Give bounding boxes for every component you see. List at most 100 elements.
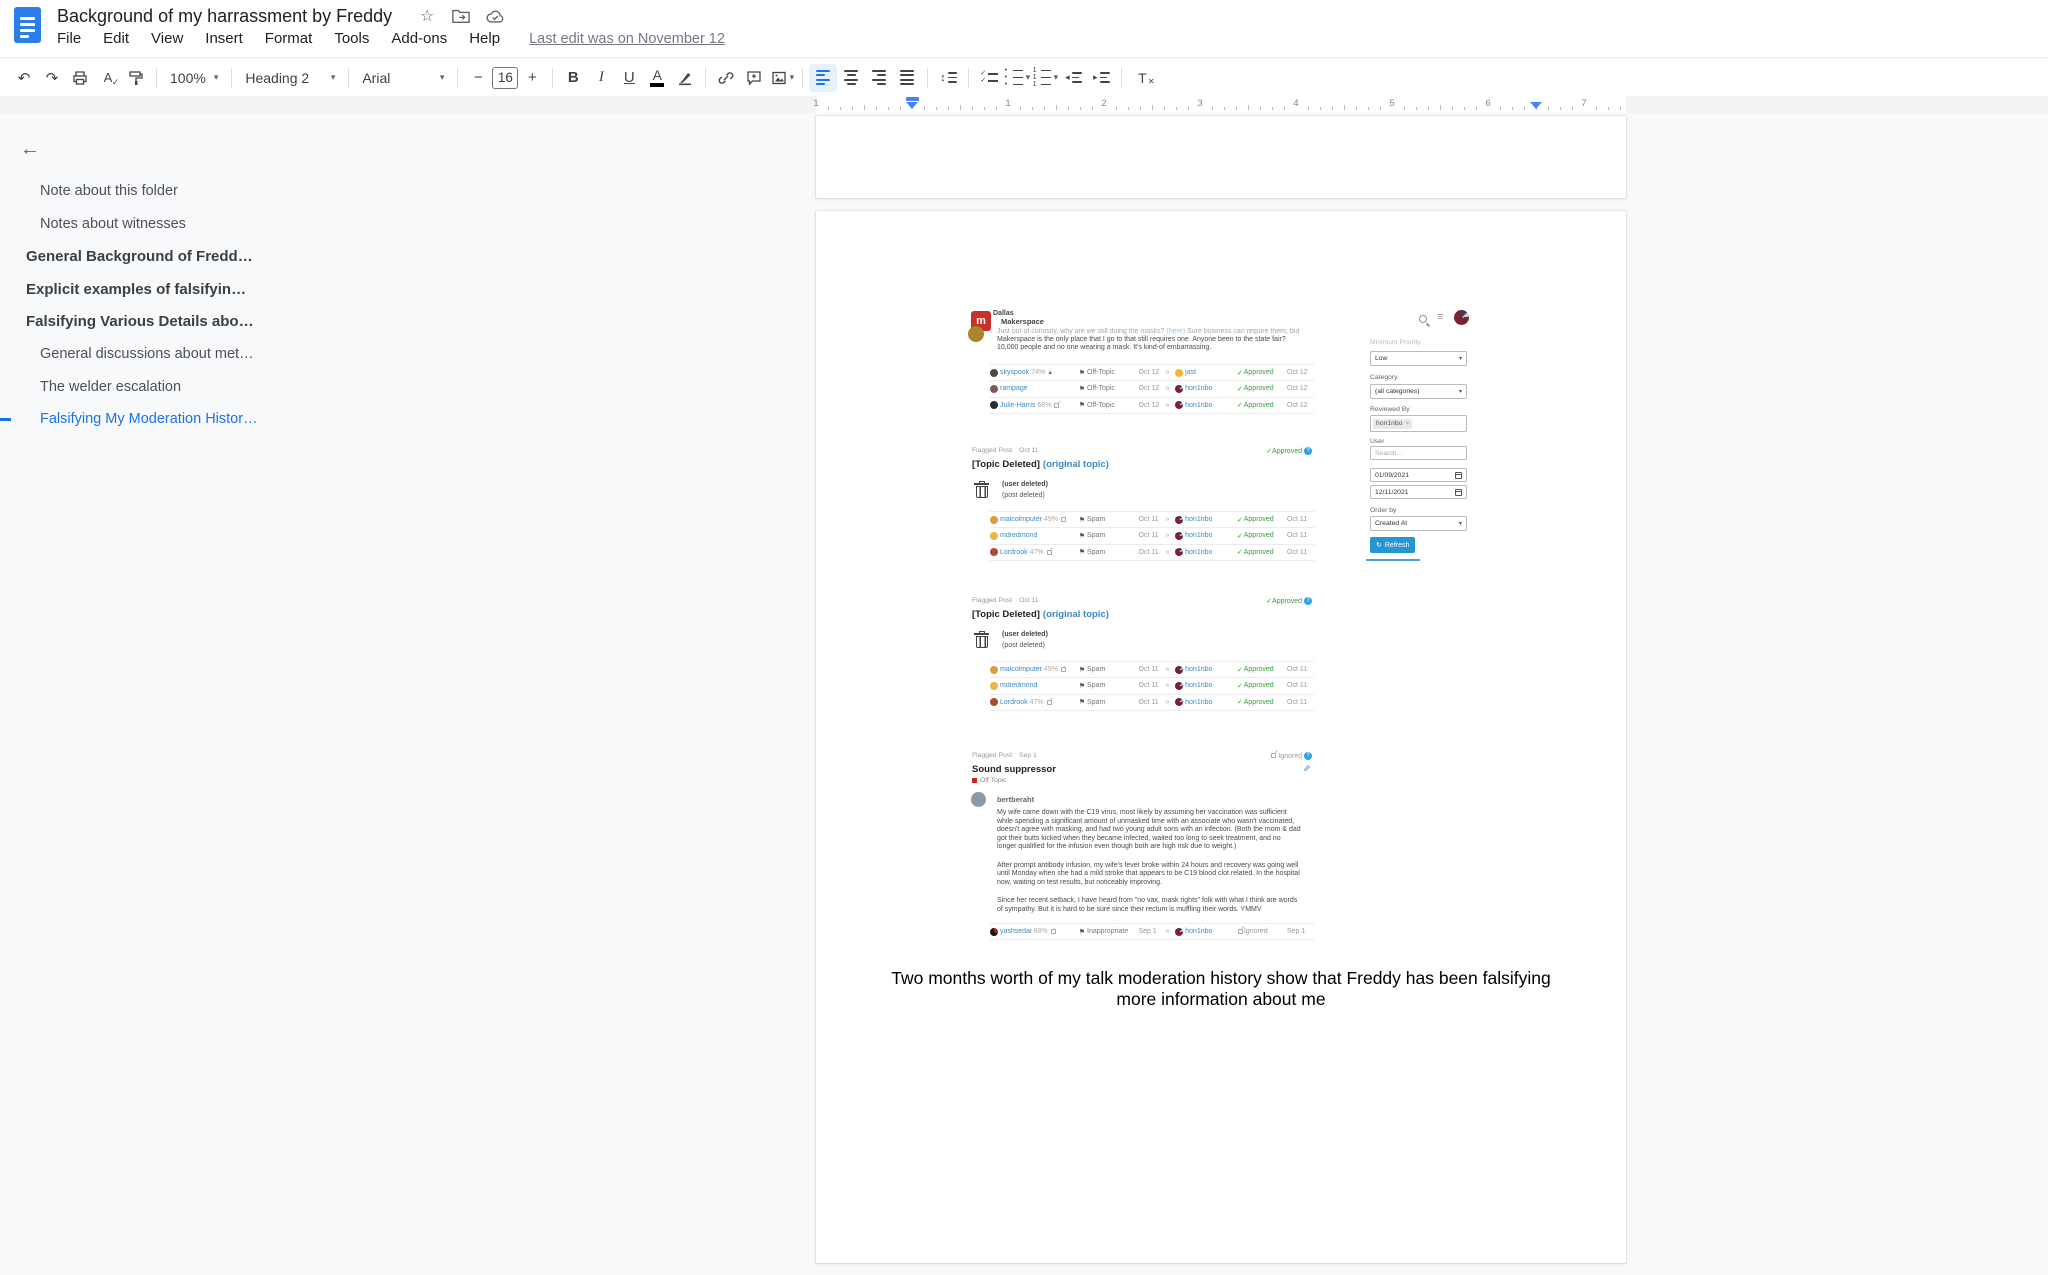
- outline-item[interactable]: The welder escalation: [18, 371, 278, 404]
- question-icon: ?: [1304, 447, 1312, 455]
- category-label: Category: [1370, 374, 1398, 381]
- avatar: [990, 548, 998, 556]
- print-icon[interactable]: [66, 64, 94, 92]
- review-status: ✓Approved: [1237, 682, 1287, 690]
- bulleted-list-icon[interactable]: •••▾: [1003, 64, 1031, 92]
- last-edit-link[interactable]: Last edit was on November 12: [529, 31, 725, 47]
- spellcheck-icon[interactable]: A✓: [94, 64, 122, 92]
- user-label: User: [1370, 438, 1384, 445]
- add-comment-icon[interactable]: [740, 64, 768, 92]
- menu-addons[interactable]: Add-ons: [380, 28, 458, 49]
- close-outline-icon[interactable]: ←: [20, 138, 40, 161]
- font-size-input[interactable]: 16: [492, 67, 518, 89]
- paragraph-style-select[interactable]: Heading 2▾: [238, 64, 342, 92]
- doc-page-previous[interactable]: [816, 116, 1626, 198]
- minimum-priority-label: Minimum Priority: [1370, 339, 1421, 348]
- move-folder-icon[interactable]: [452, 7, 470, 25]
- flagged-post-status: Ignored?: [1270, 752, 1312, 760]
- font-select[interactable]: Arial▾: [355, 64, 451, 92]
- review-row: malcolmputer49%⚑SpamOct 11»hon1nbo✓Appro…: [990, 512, 1314, 528]
- artifact-line: [1366, 559, 1420, 561]
- align-justify-icon[interactable]: [893, 64, 921, 92]
- doc-page[interactable]: m Dallas Makerspace ≡ Just out of curios…: [816, 211, 1626, 1263]
- ruler-number: 5: [1389, 98, 1394, 109]
- ruler-tick: [1236, 107, 1237, 110]
- status-date: Oct 12: [1287, 369, 1314, 376]
- outline-item[interactable]: Explicit examples of falsifyin…: [18, 273, 278, 306]
- off-topic-color-square: [972, 778, 977, 783]
- reviewer-cell: hon1nbo: [1175, 928, 1237, 936]
- zoom-select[interactable]: 100%▾: [163, 64, 225, 92]
- decrease-indent-icon[interactable]: ◂: [1059, 64, 1087, 92]
- menu-help[interactable]: Help: [458, 28, 511, 49]
- ruler-number: 3: [1197, 98, 1202, 109]
- outline-item[interactable]: Notes about witnesses: [18, 208, 278, 241]
- highlight-color-icon[interactable]: [671, 64, 699, 92]
- status-label: Approved: [1244, 385, 1274, 392]
- review-status: ✓Approved: [1237, 369, 1287, 377]
- outline-item[interactable]: General discussions about met…: [18, 338, 278, 371]
- font-size-decrease[interactable]: −: [464, 64, 492, 92]
- cloud-status-icon[interactable]: [486, 7, 504, 25]
- status-label: Approved: [1244, 549, 1274, 556]
- outline-item[interactable]: Falsifying Various Details abo…: [18, 305, 278, 338]
- redo-icon[interactable]: ↷: [38, 64, 66, 92]
- status-label: Approved: [1244, 666, 1274, 673]
- menu-edit[interactable]: Edit: [92, 28, 140, 49]
- menu-file[interactable]: File: [46, 28, 92, 49]
- user-search-input: Search...: [1370, 446, 1467, 460]
- status-label: Approved: [1244, 532, 1274, 539]
- reviewer-cell: hon1nbo: [1175, 532, 1237, 540]
- menu-format[interactable]: Format: [254, 28, 324, 49]
- undo-icon[interactable]: ↶: [10, 64, 38, 92]
- italic-icon[interactable]: I: [587, 64, 615, 92]
- external-link-icon: [1051, 929, 1056, 934]
- image-caption[interactable]: Two months worth of my talk moderation h…: [816, 968, 1626, 1009]
- underline-icon[interactable]: U: [615, 64, 643, 92]
- flag-icon: ⚑: [1079, 666, 1085, 674]
- align-center-icon[interactable]: [837, 64, 865, 92]
- ruler-number: 6: [1485, 98, 1490, 109]
- menu-insert[interactable]: Insert: [194, 28, 254, 49]
- outline-item-label: Note about this folder: [40, 183, 178, 199]
- tag-label: Off Topic: [980, 777, 1007, 784]
- text-color-icon[interactable]: A: [643, 64, 671, 92]
- menu-tools[interactable]: Tools: [323, 28, 380, 49]
- outline-item[interactable]: General Background of Fredd…: [18, 240, 278, 273]
- star-icon[interactable]: ☆: [418, 7, 436, 25]
- outline-item-label: The welder escalation: [40, 379, 181, 395]
- review-user-cell: Lordrook47%: [990, 698, 1079, 706]
- ruler-tick: [972, 107, 973, 110]
- review-status: ✓Approved: [1237, 532, 1287, 540]
- outline-item[interactable]: Note about this folder: [18, 175, 278, 208]
- embedded-screenshot-image[interactable]: m Dallas Makerspace ≡ Just out of curios…: [971, 310, 1485, 945]
- review-username-link: rampage: [1000, 385, 1028, 392]
- flag-type: Spam: [1087, 516, 1105, 523]
- bold-icon[interactable]: B: [559, 64, 587, 92]
- align-right-icon[interactable]: [865, 64, 893, 92]
- first-line-indent-marker[interactable]: [906, 97, 919, 101]
- avatar: [990, 532, 998, 540]
- checklist-icon[interactable]: ✓✓: [975, 64, 1003, 92]
- flag-date: Oct 11: [1139, 549, 1166, 556]
- clear-formatting-icon[interactable]: T✕: [1128, 64, 1156, 92]
- paint-format-icon[interactable]: [122, 64, 150, 92]
- docs-logo-icon[interactable]: [14, 7, 41, 43]
- insert-link-icon[interactable]: [712, 64, 740, 92]
- post-line: while spending a significant amount of u…: [997, 818, 1314, 827]
- increase-indent-icon[interactable]: ▸: [1087, 64, 1115, 92]
- right-indent-marker[interactable]: [1530, 102, 1542, 109]
- doc-title[interactable]: Background of my harrassment by Freddy: [57, 6, 392, 27]
- reviewer-link: jast: [1185, 369, 1196, 376]
- outline-item[interactable]: Falsifying My Moderation Histor…: [18, 403, 278, 436]
- insert-image-icon[interactable]: ▾: [768, 64, 796, 92]
- align-left-icon[interactable]: [809, 64, 837, 92]
- reviewer-link: hon1nbo: [1185, 516, 1212, 523]
- left-indent-marker[interactable]: [906, 102, 918, 109]
- font-size-increase[interactable]: +: [518, 64, 546, 92]
- menu-view[interactable]: View: [140, 28, 194, 49]
- numbered-list-icon[interactable]: 111▾: [1031, 64, 1059, 92]
- line-spacing-icon[interactable]: ↕: [934, 64, 962, 92]
- user-deleted-label: (user deleted): [1002, 481, 1048, 488]
- flag-icon: ⚑: [1079, 698, 1085, 706]
